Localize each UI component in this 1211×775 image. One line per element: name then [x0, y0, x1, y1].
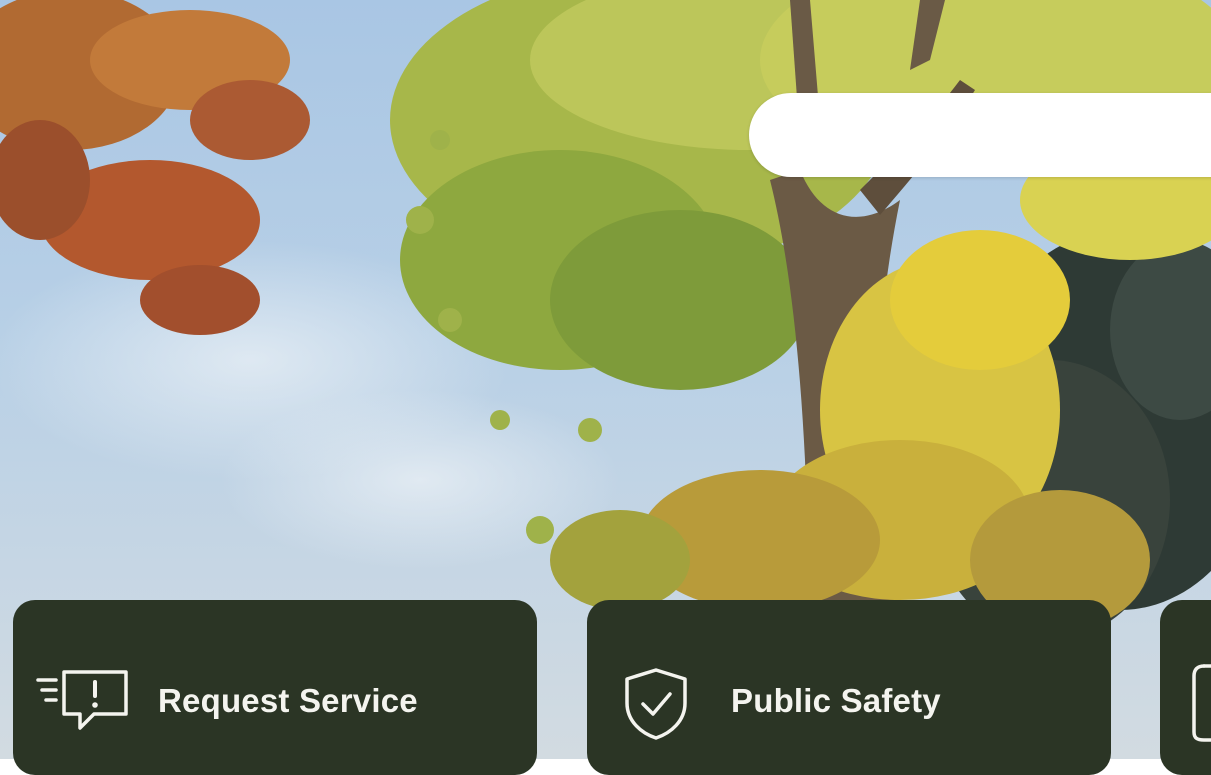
shield-check-icon: [625, 668, 687, 740]
search-input[interactable]: [749, 93, 1211, 177]
request-service-label: Request Service: [158, 682, 418, 719]
request-service-icon: [36, 670, 128, 730]
document-icon: [1192, 664, 1211, 742]
public-safety-label: Public Safety: [731, 682, 941, 719]
